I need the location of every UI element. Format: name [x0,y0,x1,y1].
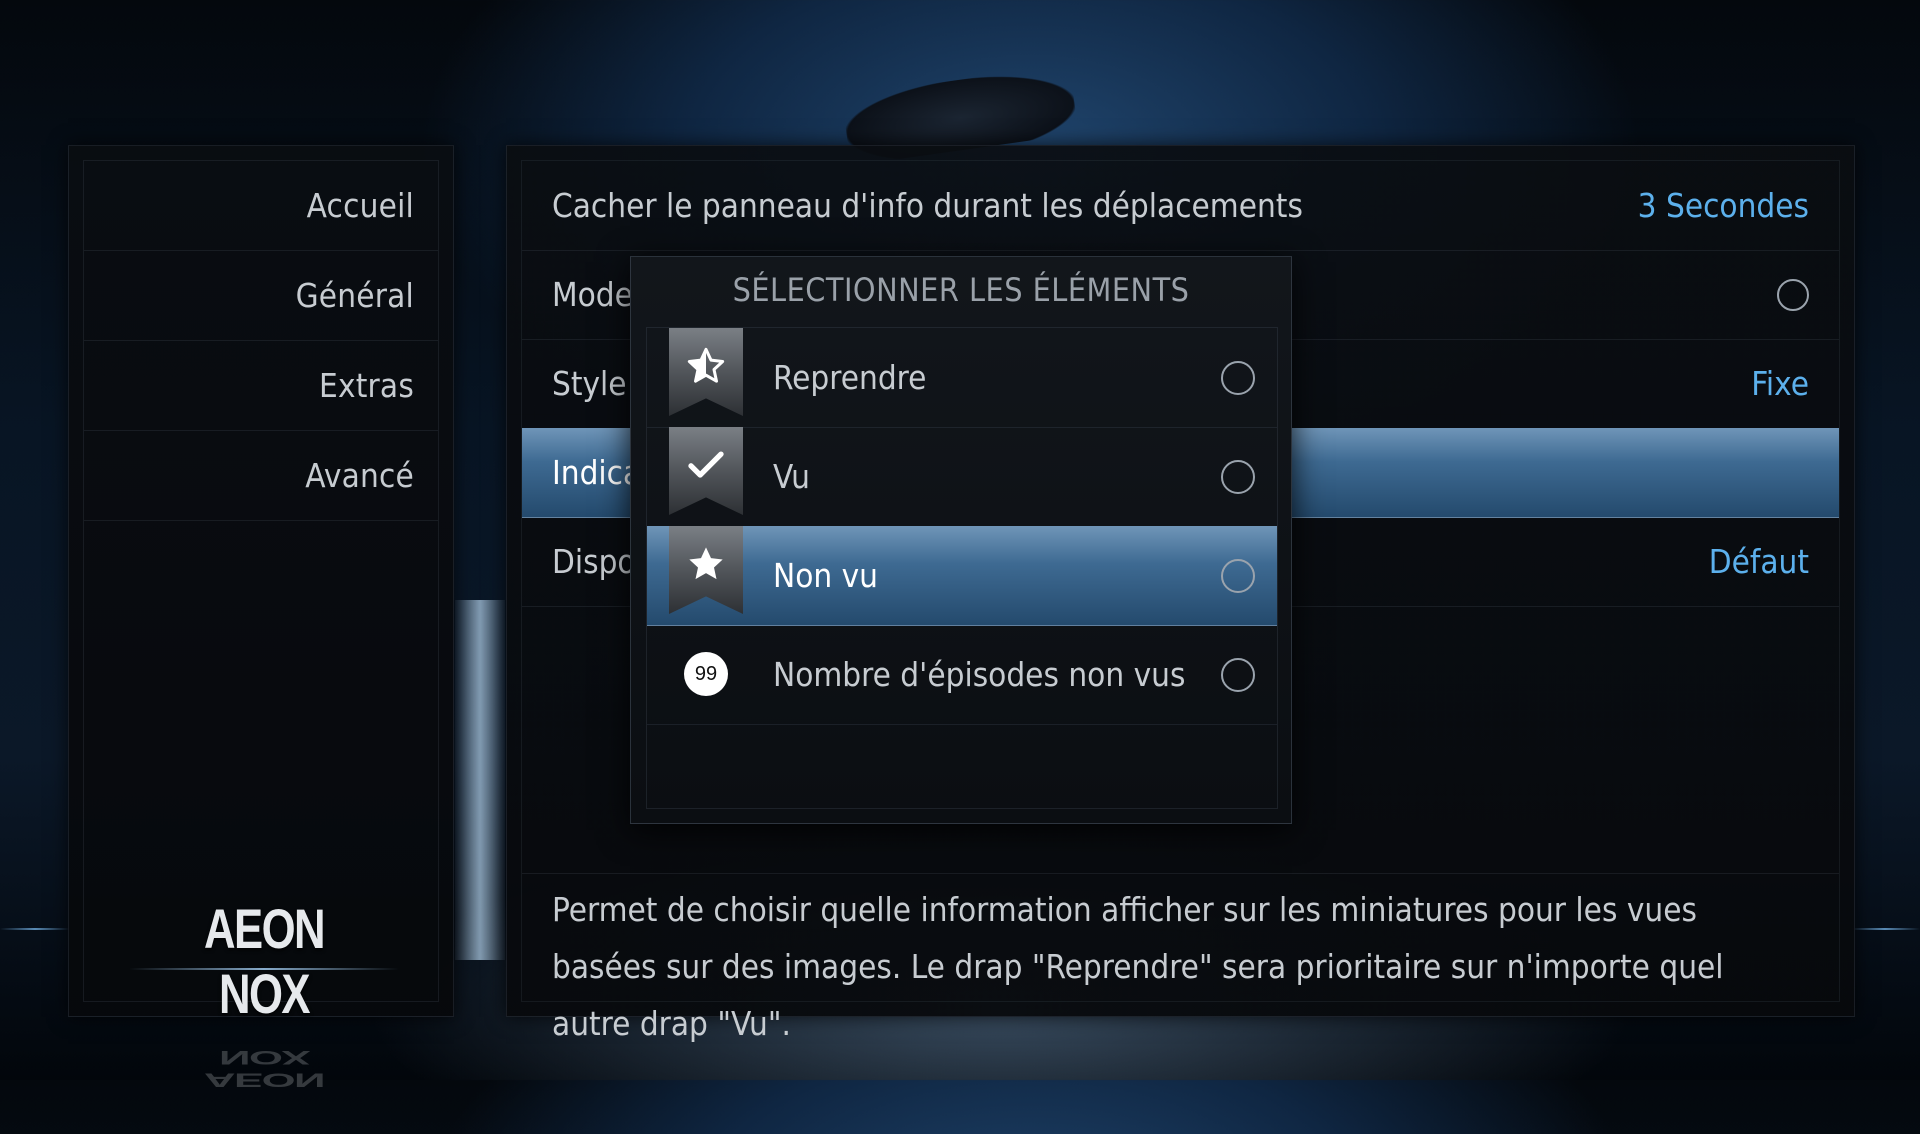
dialog-item-reprendre[interactable]: Reprendre [647,328,1277,428]
description-divider [522,873,1839,874]
sidebar-item-accueil[interactable]: Accueil [84,161,438,251]
episode-count-badge-icon: 99 [669,625,743,724]
background-streak [0,928,70,930]
checkmark-bookmark-icon [669,427,743,526]
item-radio[interactable] [1221,360,1255,395]
sidebar-item-avance[interactable]: Avancé [84,431,438,521]
sidebar-item-label: Général [295,276,414,315]
sidebar: Accueil Général Extras Avancé AEON NOX A… [68,145,454,1091]
sidebar-item-label: Accueil [306,186,414,225]
dialog-item-label: Reprendre [773,358,927,397]
item-radio[interactable] [1221,657,1255,692]
setting-label: Indica [552,453,642,492]
skin-logo: AEON NOX AEON NOX [129,896,399,1134]
setting-label: Dispo [552,542,636,581]
dialog-title: SÉLECTIONNER LES ÉLÉMENTS [732,271,1190,309]
background-streak [1850,928,1920,930]
sidebar-item-extras[interactable]: Extras [84,341,438,431]
item-radio[interactable] [1221,558,1255,593]
setting-label: Style [552,364,627,403]
setting-value: 3 Secondes [1637,186,1809,225]
background-planet-glow [455,600,505,960]
setting-label: Mode [552,275,633,314]
dialog-item-unwatched-count[interactable]: 99 Nombre d'épisodes non vus [647,625,1277,725]
logo-reflection: AEON NOX [204,1046,324,1092]
star-bookmark-icon [669,526,743,625]
setting-value: Fixe [1751,364,1809,403]
setting-row-hide-info-panel[interactable]: Cacher le panneau d'info durant les dépl… [522,161,1839,251]
sidebar-item-general[interactable]: Général [84,251,438,341]
dialog-item-vu[interactable]: Vu [647,427,1277,527]
setting-value: Défaut [1708,542,1809,581]
sidebar-menu: Accueil Général Extras Avancé [83,160,439,1002]
half-star-bookmark-icon [669,328,743,427]
item-radio[interactable] [1221,459,1255,494]
dialog-item-non-vu[interactable]: Non vu [647,526,1277,626]
sidebar-item-label: Extras [318,366,414,405]
logo-text: AEON NOX [204,897,326,1025]
sidebar-item-label: Avancé [305,456,414,495]
setting-description: Permet de choisir quelle information aff… [552,890,1724,1043]
dialog-item-label: Vu [773,457,810,496]
dialog-item-label: Non vu [773,556,878,595]
select-items-dialog: SÉLECTIONNER LES ÉLÉMENTS Reprendre Vu N… [630,256,1292,824]
toggle-radio[interactable] [1777,278,1809,311]
episode-count-badge: 99 [684,652,728,696]
setting-label: Cacher le panneau d'info durant les dépl… [552,186,1303,225]
logo-underline [129,968,399,970]
dialog-item-list: Reprendre Vu Non vu 99 Nombre d'épisodes… [646,327,1278,809]
dialog-item-label: Nombre d'épisodes non vus [773,655,1186,694]
